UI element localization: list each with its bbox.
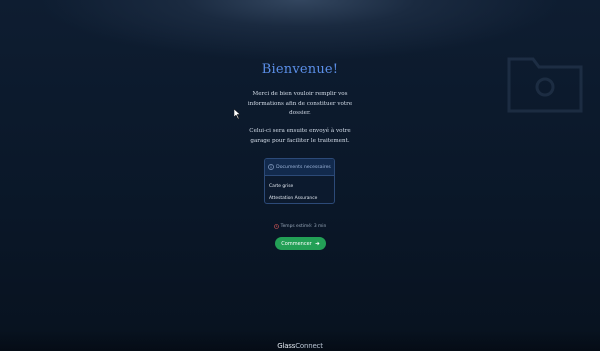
intro-text: Merci de bien vouloir remplir vos inform… (247, 91, 353, 116)
documents-list: Carte grise Attestation Assurance (265, 176, 334, 203)
logo-bold-text: Glass (277, 342, 296, 350)
start-button-label: Commencer (281, 240, 312, 247)
page-title: Bienvenue! (261, 62, 339, 77)
start-button[interactable]: Commencer (275, 237, 326, 250)
list-item: Attestation Assurance (269, 196, 318, 201)
folder-icon (507, 57, 583, 113)
arrow-right-icon (315, 241, 320, 246)
list-item: Carte grise (269, 184, 294, 189)
info-icon (268, 164, 274, 170)
glassconnect-logo: GlassConnect (0, 342, 600, 350)
documents-card: Documents necessaires Carte grise Attest… (264, 158, 335, 204)
documents-card-header: Documents necessaires (265, 159, 334, 176)
estimated-time: Temps estimé: 3 min (0, 224, 600, 229)
logo-light-text: Connect (295, 342, 323, 350)
estimated-time-label: Temps estimé: 3 min (280, 224, 327, 229)
details-text: Celui-ci sera ensuite envoyé à votre gar… (249, 128, 351, 144)
clock-icon (273, 224, 279, 229)
documents-card-title: Documents necessaires (276, 164, 331, 170)
